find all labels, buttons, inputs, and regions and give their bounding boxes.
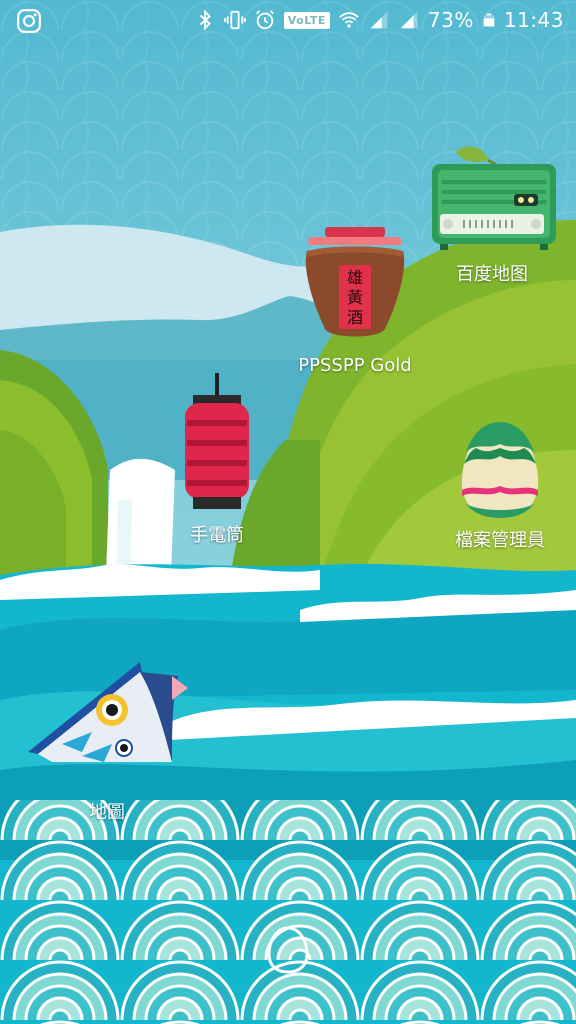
app-file-manager[interactable]: 檔案管理員 (432, 420, 568, 552)
bluetooth-icon (199, 9, 211, 31)
instagram-icon[interactable] (16, 8, 42, 34)
home-button-icon[interactable] (265, 926, 311, 974)
app-label: PPSSPP Gold (298, 355, 412, 376)
signal-icon (400, 11, 418, 29)
alarm-icon (255, 10, 274, 30)
volte-badge: VoLTE (283, 11, 330, 29)
home-screen: VoLTE 73% 11:43 百度地图 雄 黃 酒 PPSSPP Gold 手… (0, 0, 576, 1024)
app-label: 百度地图 (456, 264, 528, 285)
app-maps[interactable]: 地圖 (22, 652, 192, 824)
app-label: 檔案管理員 (455, 530, 545, 551)
jar-label-char-3: 酒 (347, 308, 363, 327)
status-bar: VoLTE 73% 11:43 (0, 0, 576, 40)
lantern-icon (185, 373, 249, 509)
koinobori-fish-icon (28, 662, 188, 762)
status-icons: VoLTE 73% 11:43 (194, 4, 564, 36)
egg-icon (461, 422, 539, 518)
vibrate-icon (223, 10, 246, 30)
signal-icon (370, 11, 388, 29)
jar-label-char-2: 黃 (347, 288, 363, 307)
app-flashlight[interactable]: 手電筒 (150, 373, 284, 547)
app-baidu-maps[interactable]: 百度地图 (418, 142, 566, 286)
battery-icon (483, 13, 495, 27)
app-label: 地圖 (89, 802, 125, 823)
battery-percent: 73% (427, 8, 474, 32)
wine-jar-icon: 雄 黃 酒 (305, 227, 405, 337)
app-ppsspp-gold[interactable]: 雄 黃 酒 PPSSPP Gold (270, 225, 440, 376)
app-label: 手電筒 (190, 525, 244, 546)
wifi-icon (339, 12, 359, 28)
jar-label-char-1: 雄 (347, 268, 363, 287)
radio-icon (432, 146, 556, 250)
clock: 11:43 (503, 8, 564, 32)
